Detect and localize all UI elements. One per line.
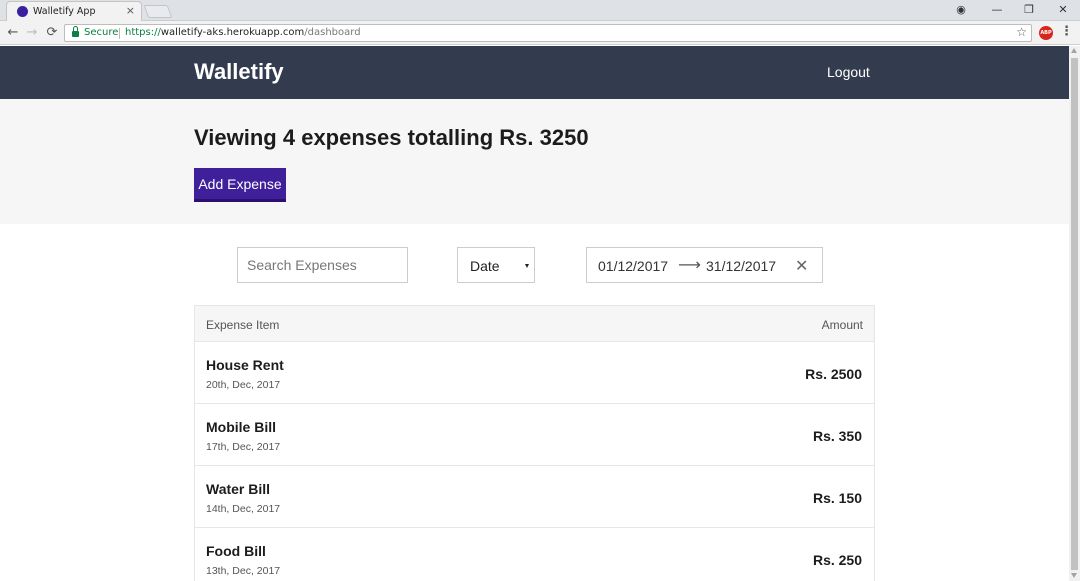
back-arrow-icon[interactable]: ← bbox=[4, 23, 22, 43]
expense-date: 14th, Dec, 2017 bbox=[206, 503, 281, 515]
list-header: Expense Item Amount bbox=[195, 306, 874, 342]
page-viewport: Walletify Logout Viewing 4 expenses tota… bbox=[0, 46, 1069, 581]
browser-toolbar: ← → ⟳ Secure https://walletify-aks.herok… bbox=[0, 21, 1080, 45]
expenses-list: Expense Item Amount House Rent 20th, Dec… bbox=[194, 305, 875, 581]
close-window-button[interactable]: ✕ bbox=[1046, 0, 1080, 20]
date-range-picker: 01/12/2017 ⟶ 31/12/2017 ✕ bbox=[586, 247, 823, 283]
expense-title: House Rent bbox=[206, 357, 284, 373]
browser-menu-icon[interactable]: ⋮ bbox=[1060, 24, 1073, 39]
expense-title: Water Bill bbox=[206, 481, 271, 497]
new-tab-button[interactable] bbox=[143, 5, 173, 18]
lock-icon bbox=[72, 26, 79, 37]
column-header-item: Expense Item bbox=[206, 318, 280, 332]
filters-bar: Date 01/12/2017 ⟶ 31/12/2017 ✕ bbox=[0, 224, 1069, 304]
expenses-summary: Viewing 4 expenses totalling Rs. 3250 Ad… bbox=[0, 99, 1069, 224]
expense-amount: Rs. 150 bbox=[812, 490, 862, 506]
expense-amount: Rs. 250 bbox=[812, 552, 862, 568]
expense-row[interactable]: House Rent 20th, Dec, 2017 Rs. 2500 bbox=[195, 342, 874, 404]
column-header-amount: Amount bbox=[821, 318, 863, 332]
arrow-right-icon: ⟶ bbox=[678, 255, 701, 274]
expense-title: Food Bill bbox=[206, 543, 266, 559]
expense-row[interactable]: Water Bill 14th, Dec, 2017 Rs. 150 bbox=[195, 466, 874, 528]
profile-icon[interactable]: ◉ bbox=[944, 0, 978, 20]
browser-tabstrip: Walletify App × ◉ — ❐ ✕ bbox=[0, 0, 1080, 21]
search-input[interactable] bbox=[237, 247, 408, 283]
expense-total: Rs. 3250 bbox=[499, 125, 589, 150]
sort-by-select[interactable]: Date bbox=[457, 247, 535, 283]
expense-date: 13th, Dec, 2017 bbox=[206, 565, 281, 577]
brand-logo[interactable]: Walletify bbox=[194, 59, 284, 85]
url-host: walletify-aks.herokuapp.com bbox=[160, 27, 305, 38]
reload-icon[interactable]: ⟳ bbox=[43, 23, 61, 43]
page-title: Viewing 4 expenses totalling Rs. 3250 bbox=[194, 125, 589, 151]
expense-amount: Rs. 2500 bbox=[805, 366, 862, 382]
end-date-input[interactable]: 31/12/2017 bbox=[706, 258, 776, 274]
walletify-favicon-icon bbox=[17, 6, 28, 17]
summary-middle: expenses totalling bbox=[295, 125, 500, 150]
expense-row[interactable]: Food Bill 13th, Dec, 2017 Rs. 250 bbox=[195, 528, 874, 581]
start-date-input[interactable]: 01/12/2017 bbox=[598, 258, 668, 274]
expense-amount: Rs. 350 bbox=[812, 428, 862, 444]
expense-date: 20th, Dec, 2017 bbox=[206, 379, 281, 391]
expense-count: 4 bbox=[282, 125, 296, 150]
add-expense-button[interactable]: Add Expense bbox=[194, 168, 286, 202]
restore-window-button[interactable]: ❐ bbox=[1012, 0, 1046, 20]
tab-title: Walletify App bbox=[33, 6, 96, 17]
url-path: /dashboard bbox=[304, 27, 361, 38]
scroll-down-icon[interactable] bbox=[1071, 573, 1077, 578]
summary-prefix: Viewing bbox=[194, 125, 283, 150]
forward-arrow-icon[interactable]: → bbox=[23, 23, 41, 43]
logout-button[interactable]: Logout bbox=[827, 64, 870, 80]
url-scheme: https:// bbox=[125, 27, 161, 38]
page-scrollbar[interactable] bbox=[1069, 46, 1080, 581]
expense-row[interactable]: Mobile Bill 17th, Dec, 2017 Rs. 350 bbox=[195, 404, 874, 466]
bookmark-star-icon[interactable]: ☆ bbox=[1016, 25, 1027, 39]
expense-date: 17th, Dec, 2017 bbox=[206, 441, 281, 453]
app-header: Walletify Logout bbox=[0, 46, 1069, 99]
tab-close-icon[interactable]: × bbox=[126, 4, 135, 17]
caret-down-icon bbox=[525, 264, 529, 268]
browser-tab[interactable]: Walletify App × bbox=[6, 1, 142, 21]
scrollbar-thumb[interactable] bbox=[1071, 58, 1078, 570]
minimize-window-button[interactable]: — bbox=[980, 0, 1014, 20]
address-bar[interactable]: Secure https://walletify-aks.herokuapp.c… bbox=[64, 24, 1032, 42]
address-divider bbox=[119, 28, 120, 39]
scroll-up-icon[interactable] bbox=[1071, 48, 1077, 53]
adblock-extension-icon[interactable]: ABP bbox=[1039, 26, 1053, 40]
sort-by-value: Date bbox=[470, 258, 500, 274]
url-text[interactable]: https://walletify-aks.herokuapp.com/dash… bbox=[125, 27, 361, 38]
clear-dates-icon[interactable]: ✕ bbox=[795, 256, 808, 275]
expense-title: Mobile Bill bbox=[206, 419, 276, 435]
secure-label: Secure bbox=[84, 27, 119, 38]
